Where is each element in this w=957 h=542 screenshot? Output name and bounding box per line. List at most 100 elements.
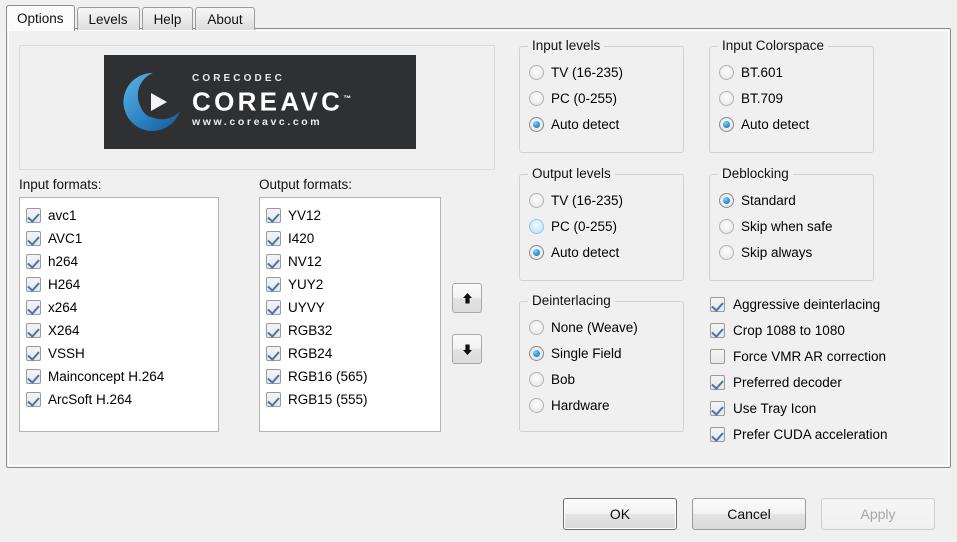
checkbox-checked-icon[interactable] [26, 208, 41, 223]
radio-unselected-icon[interactable] [719, 218, 734, 234]
list-item[interactable]: RGB32 [266, 319, 436, 342]
radio-selected-icon[interactable] [719, 192, 734, 208]
tab-options[interactable]: Options [6, 5, 75, 31]
checkbox-checked-icon[interactable] [26, 323, 41, 338]
output-levels-option[interactable]: TV (16-235) [520, 187, 683, 213]
checkbox-unchecked-icon[interactable] [710, 348, 725, 364]
deblocking-option[interactable]: Skip when safe [710, 213, 873, 239]
radio-selected-icon[interactable] [529, 244, 544, 260]
checkbox-checked-icon[interactable] [266, 392, 281, 407]
list-item[interactable]: RGB15 (555) [266, 388, 436, 411]
list-item[interactable]: RGB24 [266, 342, 436, 365]
option-force-vmr-ar-correction[interactable]: Force VMR AR correction [710, 343, 888, 369]
radio-unselected-icon[interactable] [529, 319, 544, 335]
checkbox-checked-icon[interactable] [266, 300, 281, 315]
checkbox-checked-icon[interactable] [26, 392, 41, 407]
output-formats-list[interactable]: YV12 I420 NV12 YUY2 UYVY RGB32 RGB24 RGB16 (565… [259, 197, 441, 432]
move-up-button[interactable] [452, 283, 482, 313]
option-use-tray-icon[interactable]: Use Tray Icon [710, 395, 888, 421]
input-levels-option[interactable]: PC (0-255) [520, 85, 683, 111]
list-item[interactable]: avc1 [26, 204, 214, 227]
output-levels-option[interactable]: PC (0-255) [520, 213, 683, 239]
deinterlacing-title: Deinterlacing [528, 293, 615, 308]
list-item[interactable]: Mainconcept H.264 [26, 365, 214, 388]
list-item[interactable]: X264 [26, 319, 214, 342]
list-item[interactable]: VSSH [26, 342, 214, 365]
move-down-button[interactable] [452, 334, 482, 364]
checkbox-checked-icon[interactable] [710, 322, 725, 338]
radio-unselected-icon[interactable] [529, 397, 544, 413]
list-item-label: RGB15 (555) [288, 392, 368, 407]
radio-unselected-icon[interactable] [529, 218, 544, 234]
input-levels-option[interactable]: Auto detect [520, 111, 683, 137]
tab-help[interactable]: Help [141, 7, 194, 30]
ok-button[interactable]: OK [563, 498, 677, 530]
list-item[interactable]: I420 [266, 227, 436, 250]
radio-unselected-icon[interactable] [529, 192, 544, 208]
deinterlacing-option[interactable]: Bob [520, 366, 683, 392]
input-colorspace-option[interactable]: Auto detect [710, 111, 873, 137]
checkbox-checked-icon[interactable] [710, 296, 725, 312]
radio-unselected-icon[interactable] [529, 64, 544, 80]
checkbox-checked-icon[interactable] [26, 369, 41, 384]
checkbox-checked-icon[interactable] [266, 369, 281, 384]
list-item[interactable]: UYVY [266, 296, 436, 319]
deinterlacing-option[interactable]: Single Field [520, 340, 683, 366]
checkbox-checked-icon[interactable] [266, 231, 281, 246]
radio-selected-icon[interactable] [529, 345, 544, 361]
checkbox-checked-icon[interactable] [266, 277, 281, 292]
radio-unselected-icon[interactable] [529, 90, 544, 106]
checkbox-checked-icon[interactable] [26, 277, 41, 292]
list-item-label: AVC1 [48, 231, 83, 246]
checkbox-checked-icon[interactable] [710, 400, 725, 416]
input-colorspace-option[interactable]: BT.601 [710, 59, 873, 85]
checkbox-checked-icon[interactable] [266, 323, 281, 338]
cancel-button[interactable]: Cancel [692, 498, 806, 530]
input-levels-group: Input levels TV (16-235) PC (0-255) Auto d… [519, 38, 684, 153]
tab-levels[interactable]: Levels [76, 7, 140, 30]
option-crop-1088-to-1080[interactable]: Crop 1088 to 1080 [710, 317, 888, 343]
radio-unselected-icon[interactable] [719, 64, 734, 80]
checkbox-checked-icon[interactable] [710, 374, 725, 390]
deinterlacing-option[interactable]: Hardware [520, 392, 683, 418]
radio-unselected-icon[interactable] [719, 90, 734, 106]
option-prefer-cuda-acceleration[interactable]: Prefer CUDA acceleration [710, 421, 888, 447]
checkbox-checked-icon[interactable] [26, 346, 41, 361]
list-item[interactable]: RGB16 (565) [266, 365, 436, 388]
list-item[interactable]: AVC1 [26, 227, 214, 250]
radio-selected-icon[interactable] [529, 116, 544, 132]
checkbox-checked-icon[interactable] [26, 254, 41, 269]
list-item[interactable]: ArcSoft H.264 [26, 388, 214, 411]
checkbox-checked-icon[interactable] [266, 254, 281, 269]
checkbox-checked-icon[interactable] [26, 300, 41, 315]
output-levels-option[interactable]: Auto detect [520, 239, 683, 265]
deinterlacing-option-label: Single Field [551, 345, 622, 361]
list-item[interactable]: YV12 [266, 204, 436, 227]
list-item[interactable]: H264 [26, 273, 214, 296]
checkbox-checked-icon[interactable] [710, 426, 725, 442]
checkbox-checked-icon[interactable] [266, 208, 281, 223]
radio-unselected-icon[interactable] [529, 371, 544, 387]
apply-button[interactable]: Apply [821, 498, 935, 530]
list-item[interactable]: x264 [26, 296, 214, 319]
deinterlacing-option-label: Bob [551, 371, 576, 387]
deblocking-option[interactable]: Skip always [710, 239, 873, 265]
input-formats-list[interactable]: avc1 AVC1 h264 H264 x264 X264 VSSH Mainconcept … [19, 197, 219, 432]
input-levels-option[interactable]: TV (16-235) [520, 59, 683, 85]
list-item[interactable]: NV12 [266, 250, 436, 273]
list-item[interactable]: h264 [26, 250, 214, 273]
radio-unselected-icon[interactable] [719, 244, 734, 260]
deblocking-option[interactable]: Standard [710, 187, 873, 213]
input-colorspace-option[interactable]: BT.709 [710, 85, 873, 111]
option-preferred-decoder[interactable]: Preferred decoder [710, 369, 888, 395]
option-label: Crop 1088 to 1080 [733, 322, 845, 338]
option-aggressive-deinterlacing[interactable]: Aggressive deinterlacing [710, 291, 888, 317]
checkbox-checked-icon[interactable] [266, 346, 281, 361]
arrow-up-icon [462, 292, 472, 303]
list-item[interactable]: YUY2 [266, 273, 436, 296]
coreavc-logo-icon [123, 72, 180, 131]
radio-selected-icon[interactable] [719, 116, 734, 132]
checkbox-checked-icon[interactable] [26, 231, 41, 246]
deinterlacing-option[interactable]: None (Weave) [520, 314, 683, 340]
tab-about[interactable]: About [195, 7, 255, 30]
